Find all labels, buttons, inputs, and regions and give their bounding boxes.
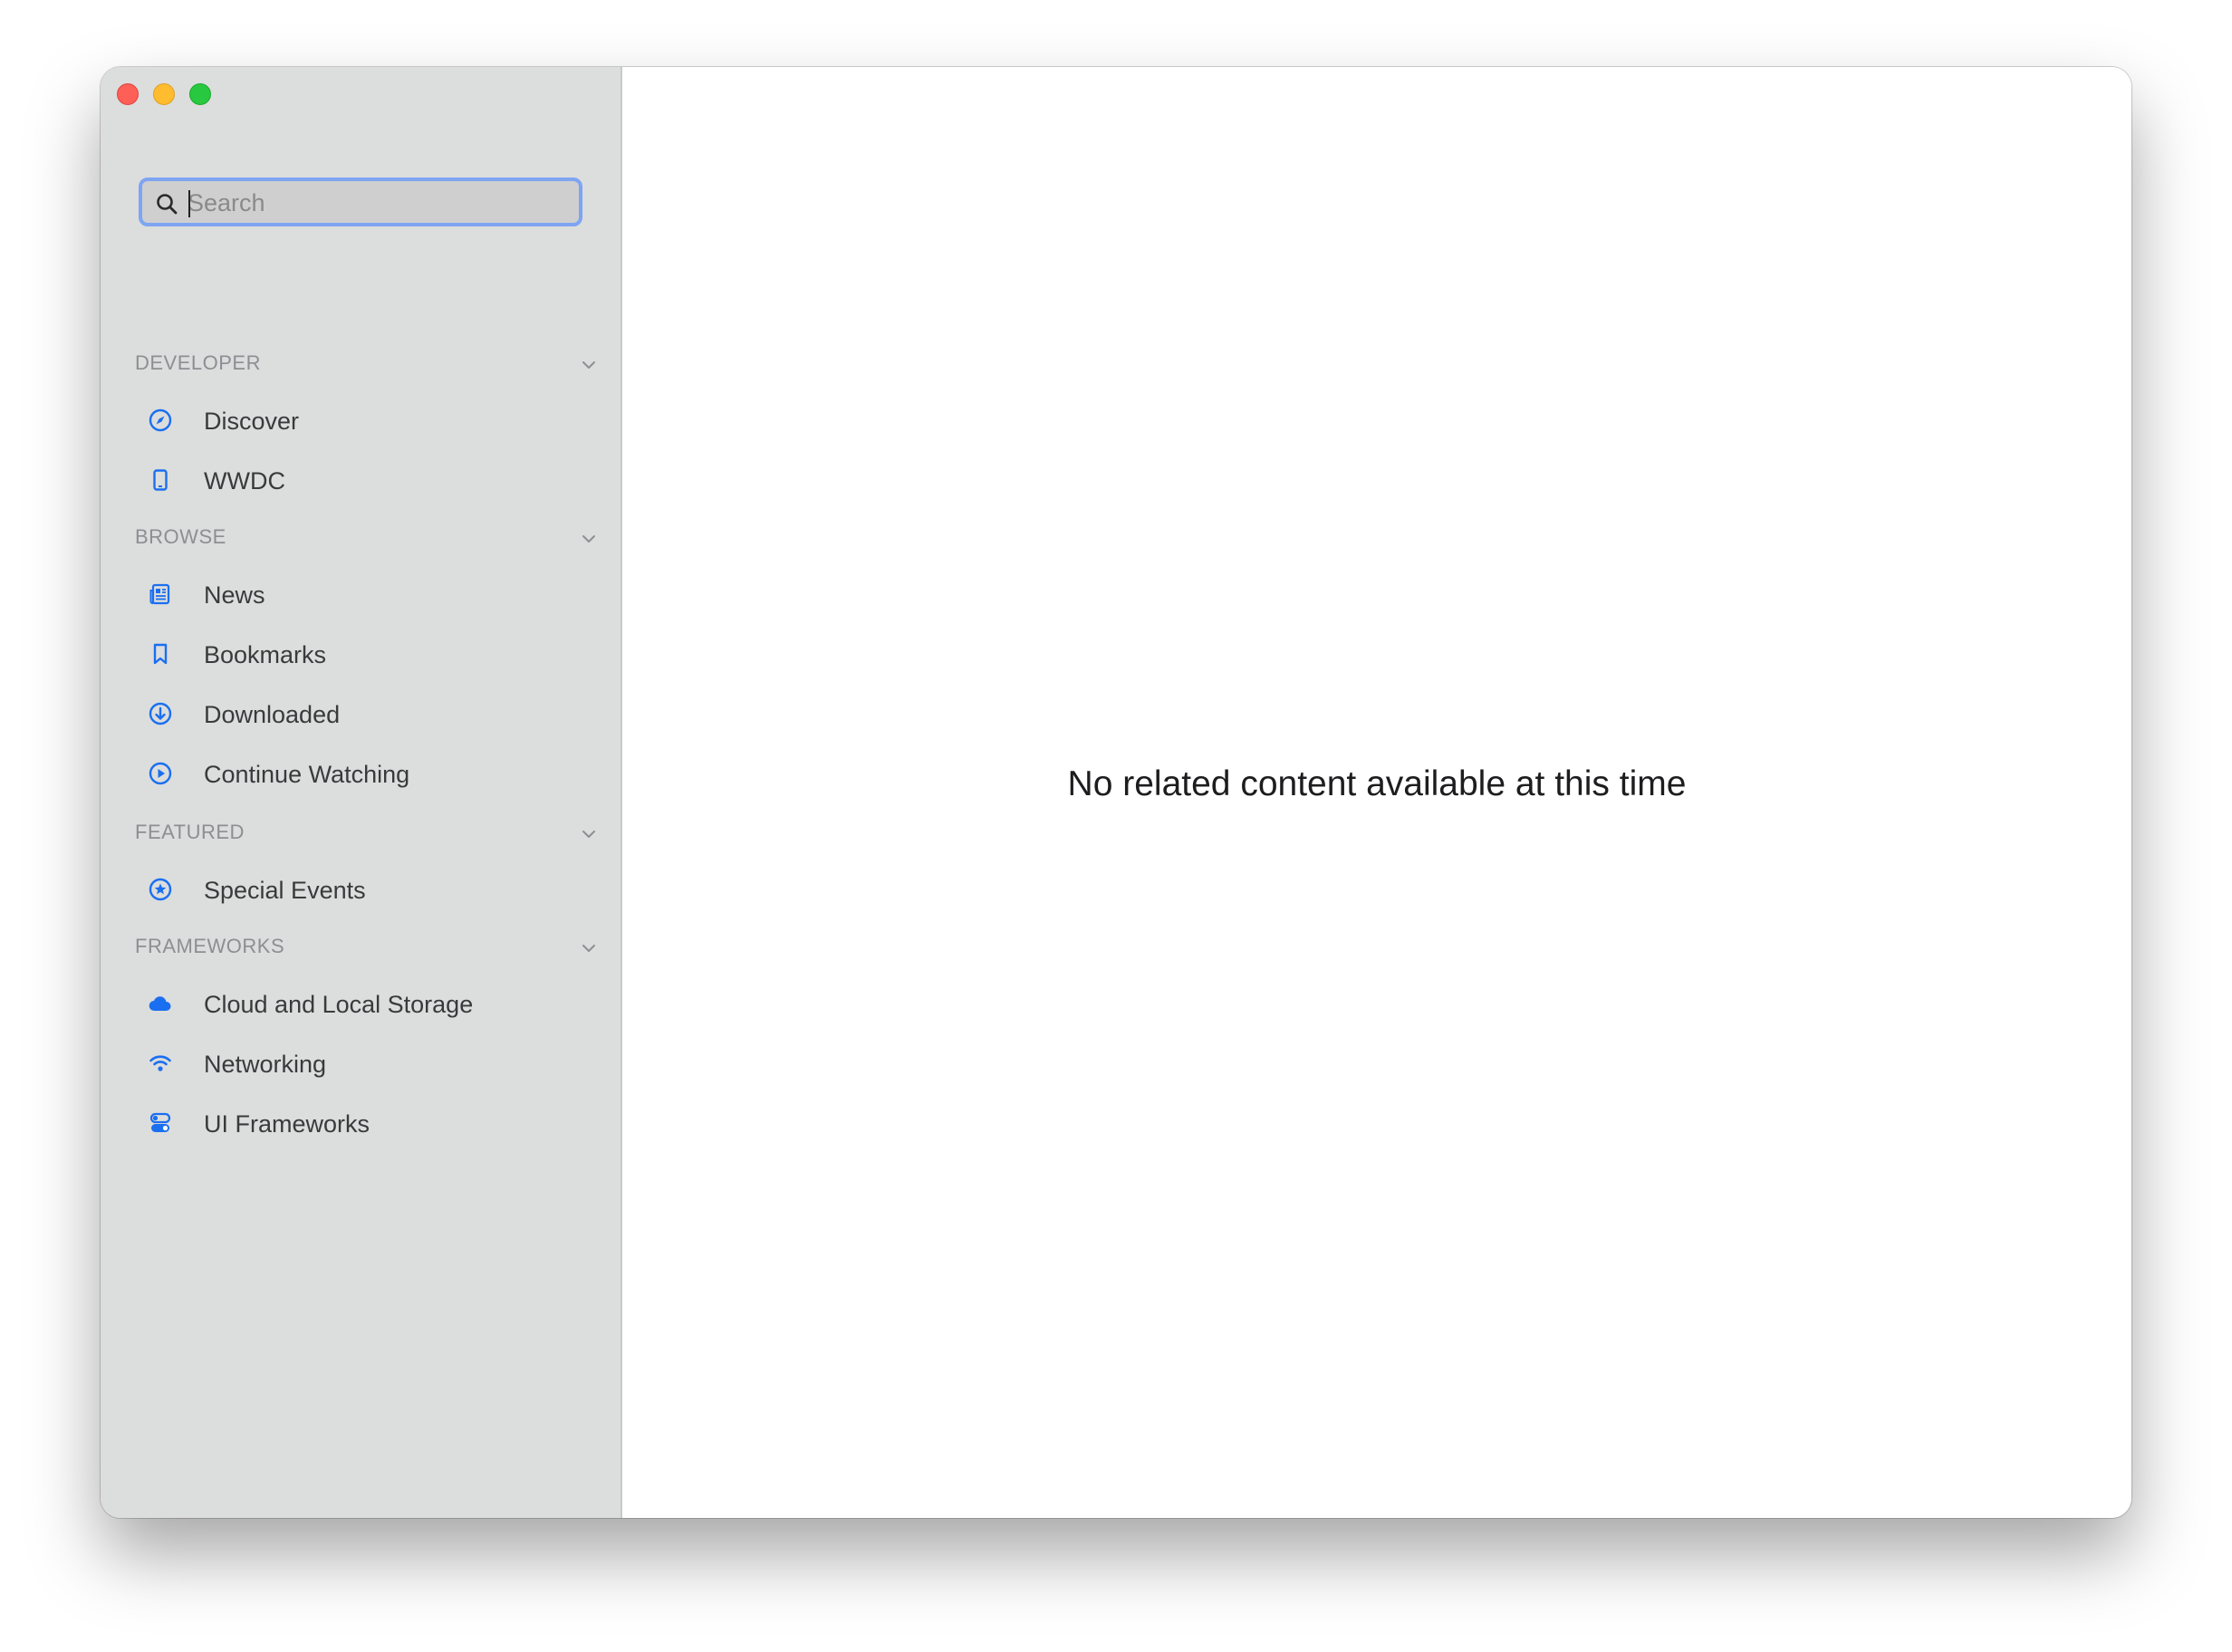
sidebar-item-label: Special Events [204, 877, 366, 904]
section-title: FEATURED [135, 821, 245, 843]
sidebar-item-networking[interactable]: Networking [148, 1042, 582, 1092]
section-title: BROWSE [135, 525, 226, 548]
device-icon [153, 469, 168, 491]
sidebar-item-label: Cloud and Local Storage [204, 991, 474, 1018]
minimize-window-button[interactable] [153, 83, 175, 105]
sidebar-item-label: UI Frameworks [204, 1110, 370, 1138]
section-title: FRAMEWORKS [135, 935, 285, 957]
section-header-developer[interactable]: DEVELOPER [135, 348, 599, 380]
chevron-down-icon[interactable] [579, 355, 599, 375]
newspaper-icon [149, 583, 170, 605]
empty-state-message: No related content available at this tim… [1067, 764, 1687, 803]
section-header-featured[interactable]: FEATURED [135, 817, 599, 850]
wifi-icon [149, 1055, 171, 1071]
sidebar-item-special-events[interactable]: Special Events [148, 868, 582, 918]
sidebar-item-label: Bookmarks [204, 641, 327, 668]
toggles-icon [149, 1112, 171, 1132]
sidebar-item-label: Continue Watching [204, 761, 410, 788]
bookmark-icon [153, 643, 168, 665]
app-window: DEVELOPER Discover WWDC BROWSE [101, 67, 2131, 1518]
search-icon [157, 194, 178, 215]
compass-icon [149, 408, 172, 432]
chevron-down-icon[interactable] [579, 529, 599, 549]
close-window-button[interactable] [117, 83, 139, 105]
sidebar-item-label: Networking [204, 1051, 327, 1078]
play-circle-icon [149, 762, 172, 785]
zoom-window-button[interactable] [189, 83, 211, 105]
sidebar-item-bookmarks[interactable]: Bookmarks [148, 632, 582, 683]
sidebar-item-ui-frameworks[interactable]: UI Frameworks [148, 1101, 582, 1152]
chevron-down-icon[interactable] [579, 938, 599, 958]
search-input[interactable] [188, 185, 568, 221]
sidebar: DEVELOPER Discover WWDC BROWSE [101, 67, 622, 1518]
download-icon [149, 702, 172, 725]
text-caret [188, 190, 190, 217]
chevron-down-icon[interactable] [579, 824, 599, 844]
search-field[interactable] [139, 178, 582, 226]
section-header-frameworks[interactable]: FRAMEWORKS [135, 931, 599, 964]
section-title: DEVELOPER [135, 351, 261, 374]
sidebar-item-label: News [204, 581, 265, 609]
sidebar-item-wwdc[interactable]: WWDC [148, 458, 582, 509]
section-header-browse[interactable]: BROWSE [135, 522, 599, 554]
star-circle-icon [149, 878, 172, 901]
content-area: No related content available at this tim… [622, 67, 2131, 1518]
sidebar-item-news[interactable]: News [148, 572, 582, 623]
sidebar-item-label: Downloaded [204, 701, 341, 728]
sidebar-item-downloaded[interactable]: Downloaded [148, 692, 582, 743]
sidebar-item-label: Discover [204, 408, 300, 435]
sidebar-item-cloud-and-local-storage[interactable]: Cloud and Local Storage [148, 982, 582, 1032]
cloud-icon [149, 996, 171, 1012]
sidebar-item-continue-watching[interactable]: Continue Watching [148, 752, 582, 802]
sidebar-item-label: WWDC [204, 467, 285, 495]
sidebar-item-discover[interactable]: Discover [148, 399, 582, 449]
